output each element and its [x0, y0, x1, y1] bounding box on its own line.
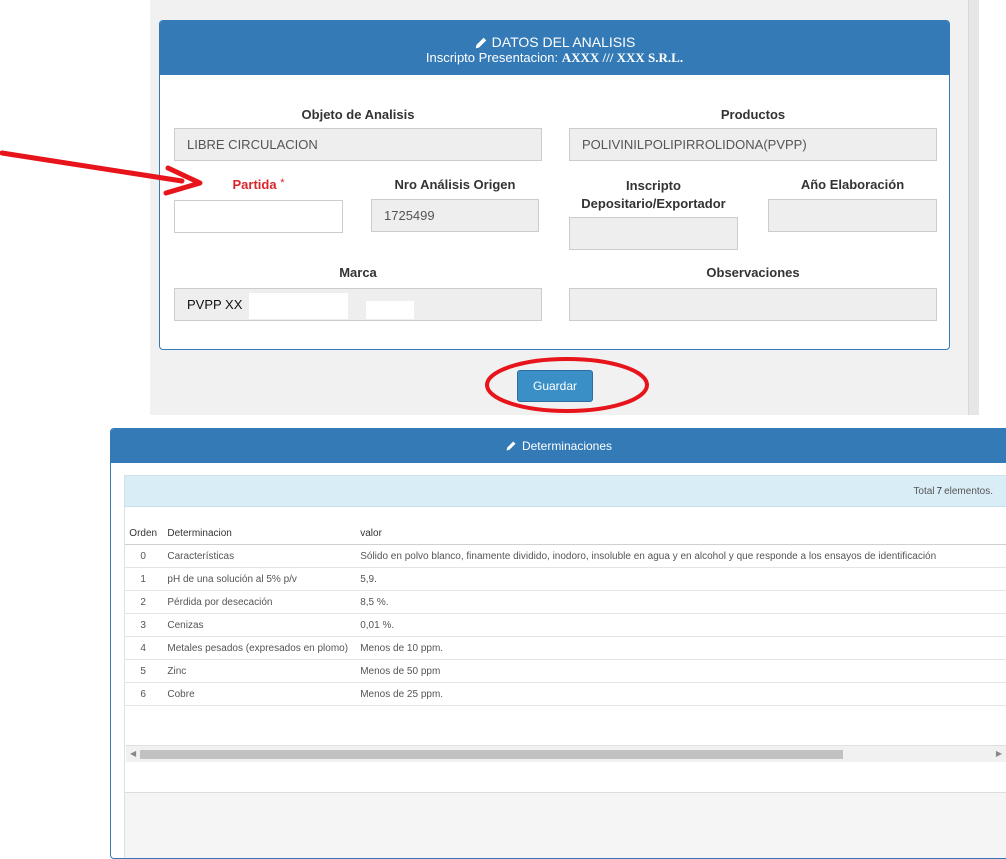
nro-analisis-field[interactable]: 1725499 — [371, 199, 539, 232]
redaction-patch — [249, 293, 348, 319]
horizontal-scrollbar[interactable]: ◀ ▶ — [126, 745, 1006, 762]
vertical-scrollbar[interactable] — [968, 0, 979, 415]
pencil-icon — [506, 441, 516, 451]
determinaciones-table: Orden Determinacion valor 0 Característic… — [125, 522, 1006, 706]
analysis-title-text: DATOS DEL ANALISIS — [491, 34, 636, 50]
partida-label: Partida * — [174, 177, 343, 192]
cell-determinacion: Zinc — [161, 659, 355, 683]
cell-valor: 8,5 %. — [354, 590, 1006, 614]
cell-determinacion: Características — [161, 544, 355, 568]
analysis-subtitle: Inscripto Presentacion: AXXX /// XXX S.R… — [160, 50, 949, 66]
cell-determinacion: Metales pesados (expresados en plomo) — [161, 636, 355, 660]
cell-determinacion: Cenizas — [161, 613, 355, 637]
objeto-field[interactable]: LIBRE CIRCULACION — [174, 128, 542, 161]
table-row[interactable]: 5 Zinc Menos de 50 ppm — [125, 659, 1006, 683]
analysis-title: DATOS DEL ANALISIS — [160, 35, 949, 50]
column-header-orden[interactable]: Orden — [125, 522, 162, 545]
cell-valor: 0,01 %. — [354, 613, 1006, 637]
inscripto-field[interactable] — [569, 217, 738, 250]
cell-orden: 4 — [125, 636, 162, 660]
cell-orden: 1 — [125, 567, 162, 591]
inscripto-label: Inscripto Depositario/Exportador — [569, 177, 738, 213]
inscripto-label-line2: Depositario/Exportador — [581, 196, 726, 211]
pencil-icon — [475, 37, 486, 48]
scrollbar-thumb[interactable] — [140, 750, 843, 759]
cell-determinacion: Cobre — [161, 682, 355, 706]
cell-determinacion: Pérdida por desecación — [161, 590, 355, 614]
cell-orden: 5 — [125, 659, 162, 683]
observaciones-field[interactable] — [569, 288, 937, 321]
anio-field[interactable] — [768, 199, 937, 232]
determinaciones-panel: Determinaciones Total 7 elementos. Orden… — [110, 428, 1006, 859]
cell-valor: Menos de 25 ppm. — [354, 682, 1006, 706]
table-row[interactable]: 6 Cobre Menos de 25 ppm. — [125, 682, 1006, 706]
marca-label: Marca — [339, 265, 377, 280]
cell-determinacion: pH de una solución al 5% p/v — [161, 567, 355, 591]
table-header-row: Orden Determinacion valor — [125, 522, 1006, 545]
determinaciones-title: Determinaciones — [521, 439, 613, 453]
scroll-left-arrow-icon[interactable]: ◀ — [130, 749, 136, 758]
table-row[interactable]: 1 pH de una solución al 5% p/v 5,9. — [125, 567, 1006, 591]
marca-field[interactable]: PVPP XX — [174, 288, 542, 321]
total-suffix: elementos. — [944, 485, 993, 497]
nro-analisis-label: Nro Análisis Origen — [394, 177, 516, 192]
cell-valor: Menos de 10 ppm. — [354, 636, 1006, 660]
redaction-patch — [366, 301, 414, 319]
determinaciones-grid: Total 7 elementos. Orden Determinacion v… — [124, 475, 1006, 858]
cell-valor: Menos de 50 ppm — [354, 659, 1006, 683]
partida-input[interactable] — [174, 200, 343, 233]
cell-valor: 5,9. — [354, 567, 1006, 591]
grid-toolbar: Total 7 elementos. — [125, 476, 1006, 507]
cell-orden: 3 — [125, 613, 162, 637]
cell-orden: 6 — [125, 682, 162, 706]
objeto-label: Objeto de Analisis — [301, 107, 415, 122]
cell-orden: 0 — [125, 544, 162, 568]
productos-label: Productos — [720, 107, 786, 122]
determinaciones-header: Determinaciones — [111, 429, 1006, 463]
table-row[interactable]: 0 Características Sólido en polvo blanco, … — [125, 544, 1006, 568]
grid-footer — [125, 792, 1006, 858]
anio-label: Año Elaboración — [800, 177, 905, 192]
save-button[interactable]: Guardar — [517, 370, 593, 402]
table-row[interactable]: 3 Cenizas 0,01 %. — [125, 613, 1006, 637]
column-header-determinacion[interactable]: Determinacion — [161, 522, 355, 545]
total-prefix: Total — [913, 485, 935, 497]
inscripto-label-line1: Inscripto — [626, 178, 681, 193]
analysis-panel-header: DATOS DEL ANALISIS Inscripto Presentacio… — [160, 21, 949, 75]
inscripto-presentacion-value: AXXX /// XXX S.R.L. — [561, 50, 684, 65]
marca-value: PVPP XX — [187, 297, 243, 312]
cell-orden: 2 — [125, 590, 162, 614]
scroll-right-arrow-icon[interactable]: ▶ — [996, 749, 1002, 758]
table-row[interactable]: 2 Pérdida por desecación 8,5 %. — [125, 590, 1006, 614]
required-asterisk: * — [280, 177, 285, 189]
observaciones-label: Observaciones — [706, 265, 800, 280]
total-count: 7 — [936, 485, 943, 497]
partida-label-text: Partida — [232, 177, 277, 192]
column-header-valor[interactable]: valor — [354, 522, 1006, 545]
productos-field[interactable]: POLIVINILPOLIPIRROLIDONA(PVPP) — [569, 128, 937, 161]
cell-valor: Sólido en polvo blanco, finamente dividi… — [354, 544, 1006, 568]
inscripto-presentacion-label: Inscripto Presentacion: — [425, 50, 559, 65]
table-row[interactable]: 4 Metales pesados (expresados en plomo) Me… — [125, 636, 1006, 660]
